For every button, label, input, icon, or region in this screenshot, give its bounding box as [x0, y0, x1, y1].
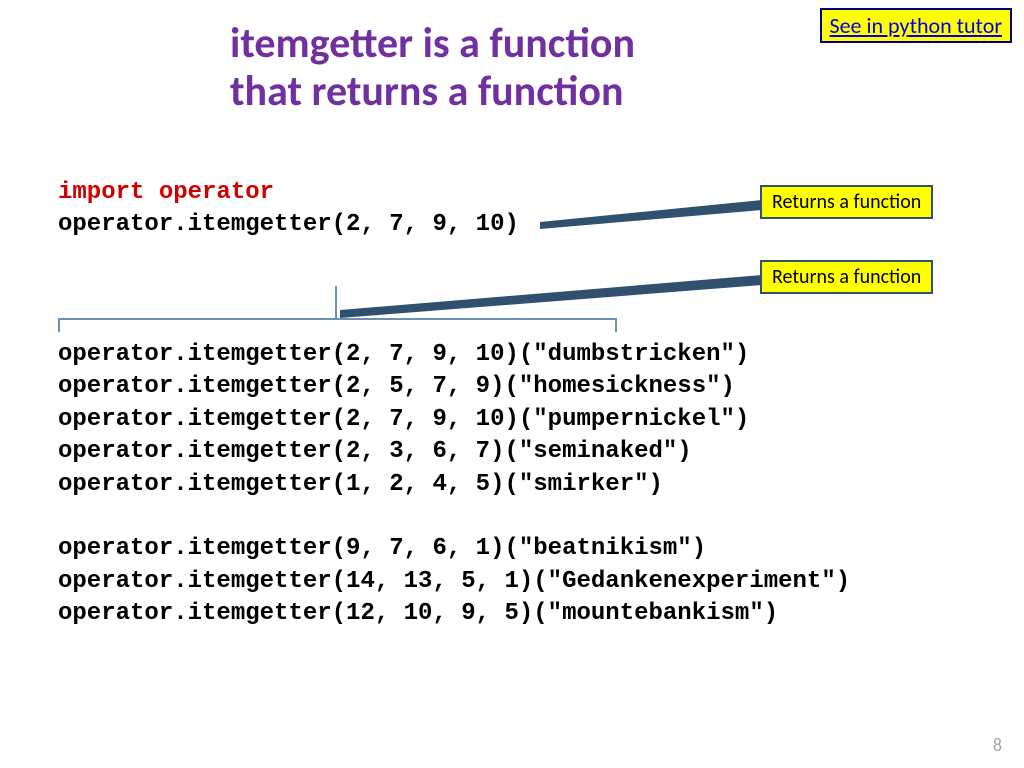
code-line: operator.itemgetter(2, 7, 9, 10)("pumper… — [58, 406, 749, 433]
callout-returns-function-2: Returns a function — [760, 260, 933, 294]
callout-text: Returns a function — [772, 190, 921, 214]
code-line: operator.itemgetter(2, 7, 9, 10) — [58, 211, 519, 238]
code-line: operator.itemgetter(2, 5, 7, 9)("homesic… — [58, 373, 735, 400]
code-line: operator.itemgetter(1, 2, 4, 5)("smirker… — [58, 471, 663, 498]
code-line: operator.itemgetter(2, 7, 9, 10)("dumbst… — [58, 341, 749, 368]
slide-title: itemgetter is a function that returns a … — [230, 20, 635, 117]
title-line2: that returns a function — [230, 68, 635, 116]
code-block: import operator operator.itemgetter(2, 7… — [58, 177, 850, 630]
code-line: operator.itemgetter(12, 10, 9, 5)("mount… — [58, 600, 778, 627]
code-line: operator.itemgetter(2, 3, 6, 7)("seminak… — [58, 438, 692, 465]
callout-text: Returns a function — [772, 265, 921, 289]
code-import: import operator — [58, 179, 274, 206]
python-tutor-link[interactable]: See in python tutor — [820, 8, 1013, 43]
code-line: operator.itemgetter(9, 7, 6, 1)("beatnik… — [58, 535, 706, 562]
link-text: See in python tutor — [830, 12, 1003, 39]
callout-returns-function-1: Returns a function — [760, 185, 933, 219]
title-line1: itemgetter is a function — [230, 20, 635, 68]
page-number: 8 — [993, 734, 1002, 756]
code-line: operator.itemgetter(14, 13, 5, 1)("Gedan… — [58, 568, 850, 595]
